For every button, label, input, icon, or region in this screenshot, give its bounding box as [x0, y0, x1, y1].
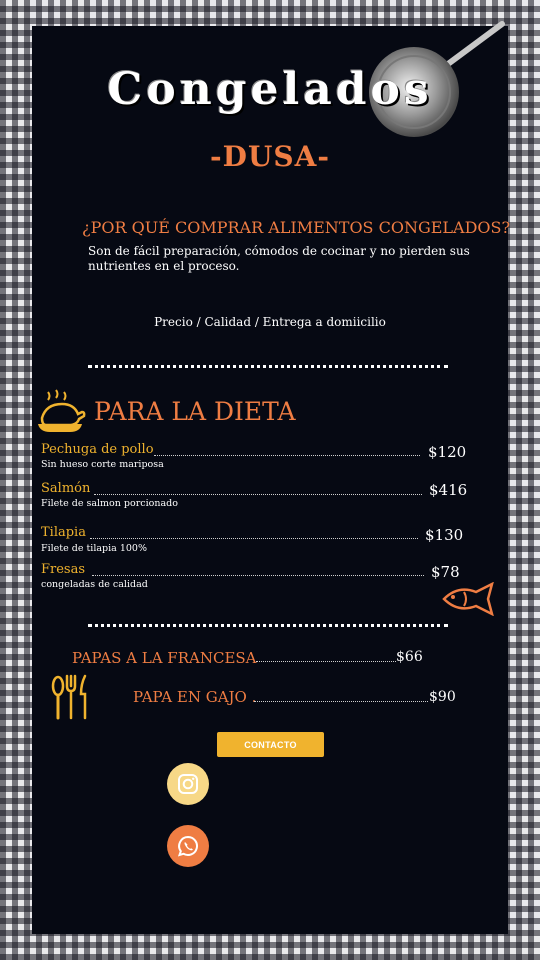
item-name: Salmón — [41, 481, 91, 496]
roast-chicken-icon — [38, 389, 86, 432]
why-frozen-text: Son de fácil preparación, cómodos de coc… — [88, 244, 470, 273]
item-name: PAPA EN GAJO . — [133, 688, 257, 706]
page-title: Congelados — [107, 64, 433, 115]
item-name: Fresas — [41, 562, 86, 577]
contact-button[interactable]: CONTACTO — [217, 732, 324, 757]
item-price: $90 — [429, 689, 456, 705]
item-price: $416 — [429, 481, 468, 499]
fish-icon — [442, 582, 494, 616]
item-description: Filete de salmon porcionado — [41, 498, 178, 509]
whatsapp-button[interactable] — [167, 825, 209, 867]
item-name: Pechuga de pollo — [41, 442, 154, 457]
dotted-leader — [256, 661, 396, 662]
tagline: Precio / Calidad / Entrega a domiicilio — [154, 315, 386, 329]
dotted-leader — [94, 494, 422, 495]
dotted-leader — [154, 455, 420, 456]
item-name: PAPAS A LA FRANCESA — [72, 649, 257, 667]
item-description: Filete de tilapia 100% — [41, 543, 147, 554]
item-price: $130 — [425, 526, 464, 544]
dotted-leader — [90, 538, 418, 539]
why-frozen-heading: ¿POR QUÉ COMPRAR ALIMENTOS CONGELADOS? — [82, 218, 511, 237]
divider — [88, 624, 448, 627]
divider — [88, 365, 448, 368]
whatsapp-icon — [177, 835, 198, 857]
item-name: Tilapia — [41, 525, 86, 540]
item-description: Sin hueso corte mariposa — [41, 459, 164, 470]
dotted-leader — [92, 575, 424, 576]
dotted-leader — [254, 701, 428, 702]
item-description: congeladas de calidad — [41, 579, 148, 590]
brand-name: -DUSA- — [210, 140, 330, 173]
utensils-icon — [51, 674, 87, 720]
item-price: $78 — [431, 563, 460, 581]
instagram-icon — [178, 774, 198, 794]
item-price: $120 — [428, 443, 467, 461]
instagram-button[interactable] — [167, 763, 209, 805]
item-price: $66 — [396, 649, 423, 665]
section-title-diet: PARA LA DIETA — [94, 397, 296, 426]
